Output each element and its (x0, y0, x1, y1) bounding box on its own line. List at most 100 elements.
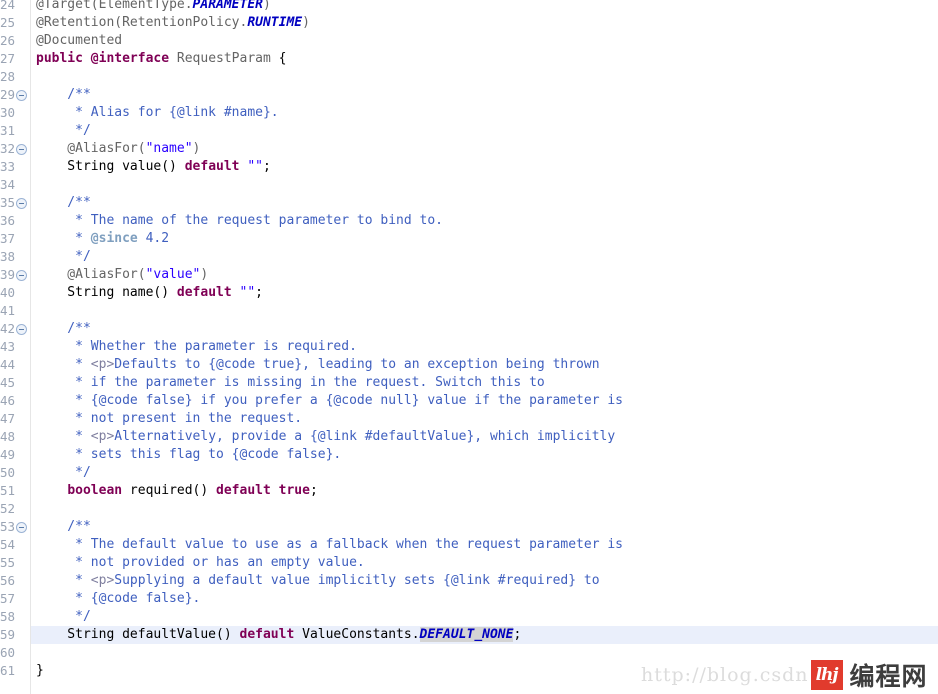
token-cmt: Supplying a default value implicitly set… (114, 573, 600, 588)
token-ann: @AliasFor( (36, 141, 146, 156)
token-cmt-html: <p> (90, 573, 115, 588)
line-number: 45 (0, 375, 15, 390)
code-line[interactable]: 61} (0, 662, 938, 680)
code-text: /** (36, 518, 91, 536)
token-plain: ; (513, 627, 522, 642)
token-cmt: * {@code false} if you prefer a {@code n… (36, 393, 623, 408)
gutter-separator (30, 0, 31, 694)
token-ann: ) (200, 267, 209, 282)
code-line[interactable]: 54 * The default value to use as a fallb… (0, 536, 938, 554)
token-ann: @AliasFor( (36, 267, 146, 282)
line-number: 30 (0, 105, 15, 120)
code-line[interactable]: 33 String value() default ""; (0, 158, 938, 176)
token-plain: ; (255, 285, 263, 300)
code-line[interactable]: 41 (0, 302, 938, 320)
code-line[interactable]: 27 public @interface RequestParam { (0, 50, 938, 68)
token-plain: String name() (36, 285, 177, 300)
code-line[interactable]: 46 * {@code false} if you prefer a {@cod… (0, 392, 938, 410)
token-str: "" (247, 159, 263, 174)
token-cmt-tag: @since (90, 231, 138, 246)
code-line[interactable]: 31 */ (0, 122, 938, 140)
token-cmt: Defaults to {@code true}, leading to an … (114, 357, 600, 372)
code-line[interactable]: 29 /** (0, 86, 938, 104)
fold-collapse-icon[interactable] (16, 324, 27, 335)
code-line[interactable]: 42 /** (0, 320, 938, 338)
code-line[interactable]: 48 * <p>Alternatively, provide a {@link … (0, 428, 938, 446)
code-line[interactable]: 38 */ (0, 248, 938, 266)
fold-collapse-icon[interactable] (16, 270, 27, 281)
token-cmt-html: <p> (90, 429, 115, 444)
code-line[interactable]: 35 /** (0, 194, 938, 212)
line-number: 36 (0, 213, 15, 228)
token-cmt: * Alias for {@link #name}. (36, 105, 279, 120)
code-text: * @since 4.2 (36, 230, 169, 248)
code-line[interactable]: 53 /** (0, 518, 938, 536)
fold-collapse-icon[interactable] (16, 522, 27, 533)
token-cmt: * (36, 231, 91, 246)
code-line[interactable]: 56 * <p>Supplying a default value implic… (0, 572, 938, 590)
fold-collapse-icon[interactable] (16, 144, 27, 155)
code-text: public @interface RequestParam { (36, 50, 286, 68)
token-ann: ) (192, 141, 201, 156)
line-number: 47 (0, 411, 15, 426)
token-cmt: 4.2 (137, 231, 170, 246)
code-text: * The default value to use as a fallback… (36, 536, 623, 554)
code-line[interactable]: 43 * Whether the parameter is required. (0, 338, 938, 356)
token-cmt: */ (36, 249, 91, 264)
token-field-st: PARAMETER (192, 0, 263, 12)
code-line[interactable]: 44 * <p>Defaults to {@code true}, leadin… (0, 356, 938, 374)
code-line[interactable]: 51 boolean required() default true; (0, 482, 938, 500)
code-line[interactable]: 59 String defaultValue() default ValueCo… (0, 626, 938, 644)
code-line[interactable]: 52 (0, 500, 938, 518)
code-line[interactable]: 37 * @since 4.2 (0, 230, 938, 248)
code-line[interactable]: 32 @AliasFor("name") (0, 140, 938, 158)
code-line[interactable]: 55 * not provided or has an empty value. (0, 554, 938, 572)
token-cmt: * The name of the request parameter to b… (36, 213, 443, 228)
token-cmt: * Whether the parameter is required. (36, 339, 357, 354)
token-plain: required() (122, 483, 217, 498)
code-text: */ (36, 248, 91, 266)
fold-collapse-icon[interactable] (16, 198, 27, 209)
code-line[interactable]: 28 (0, 68, 938, 86)
code-line[interactable]: 50 */ (0, 464, 938, 482)
code-text: * Alias for {@link #name}. (36, 104, 279, 122)
code-text: /** (36, 320, 91, 338)
line-number: 43 (0, 339, 15, 354)
code-line[interactable]: 39 @AliasFor("value") (0, 266, 938, 284)
code-line[interactable]: 45 * if the parameter is missing in the … (0, 374, 938, 392)
code-lines[interactable]: 24 @Target(ElementType.PARAMETER) 25 @Reten… (0, 0, 938, 680)
code-line[interactable]: 57 * {@code false}. (0, 590, 938, 608)
code-text: String defaultValue() default ValueConst… (36, 626, 521, 644)
token-plain: ValueConstants. (294, 627, 420, 642)
line-number: 59 (0, 627, 15, 642)
token-ann: @Documented (36, 33, 123, 48)
token-ann: @Target( (36, 0, 99, 12)
line-number: 56 (0, 573, 15, 588)
code-text: */ (36, 464, 91, 482)
line-number: 32 (0, 141, 15, 156)
code-line[interactable]: 30 * Alias for {@link #name}. (0, 104, 938, 122)
line-number: 61 (0, 663, 15, 678)
code-line[interactable]: 24 @Target(ElementType.PARAMETER) (0, 0, 938, 14)
code-line[interactable]: 58 */ (0, 608, 938, 626)
code-line[interactable]: 47 * not present in the request. (0, 410, 938, 428)
token-kw: true (278, 483, 310, 498)
fold-collapse-icon[interactable] (16, 90, 27, 101)
code-line[interactable]: 36 * The name of the request parameter t… (0, 212, 938, 230)
code-line[interactable]: 40 String name() default ""; (0, 284, 938, 302)
code-line[interactable]: 49 * sets this flag to {@code false}. (0, 446, 938, 464)
code-editor[interactable]: 24 @Target(ElementType.PARAMETER) 25 @Reten… (0, 0, 938, 694)
code-line[interactable]: 26 @Documented (0, 32, 938, 50)
code-text: @AliasFor("value") (36, 266, 208, 284)
line-number: 54 (0, 537, 15, 552)
token-kw: default (184, 159, 240, 174)
token-cmt: */ (36, 609, 91, 624)
code-line[interactable]: 34 (0, 176, 938, 194)
code-line[interactable]: 60 (0, 644, 938, 662)
code-text: */ (36, 122, 91, 140)
code-line[interactable]: 25 @Retention(RetentionPolicy.RUNTIME) (0, 14, 938, 32)
line-number: 44 (0, 357, 15, 372)
line-number: 46 (0, 393, 15, 408)
